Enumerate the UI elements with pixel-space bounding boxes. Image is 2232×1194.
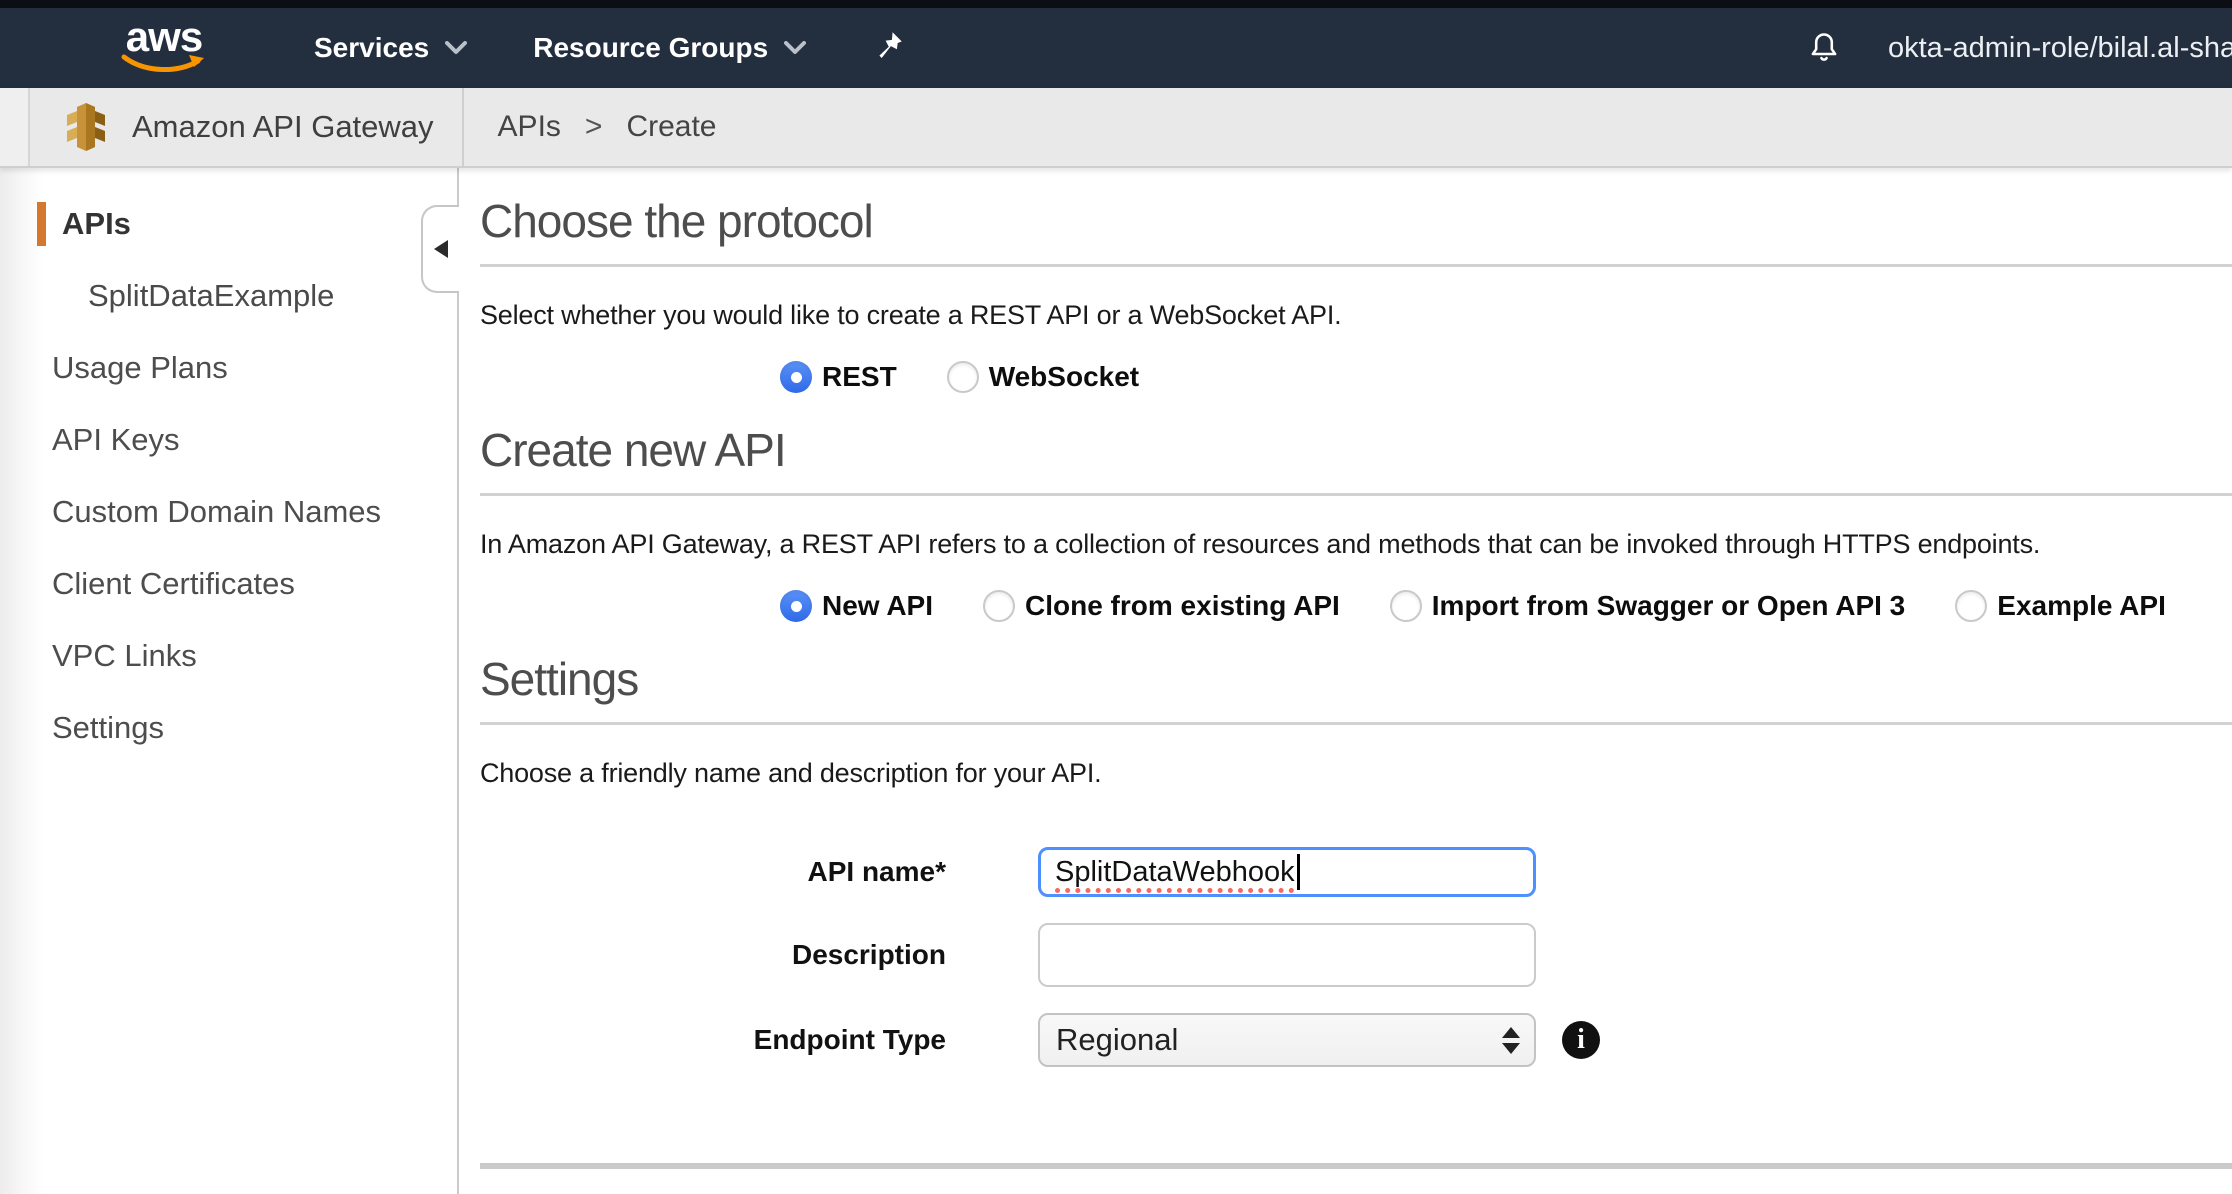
section-title-create-api: Create new API [480,425,2232,475]
radio-option-new-api[interactable]: New API [780,590,933,622]
bell-icon[interactable] [1806,29,1842,67]
select-stepper-icon [1502,1027,1520,1054]
description-label: Description [480,939,946,971]
nav-resource-groups-label: Resource Groups [533,32,768,64]
aws-console-window: aws Services Resource Groups [0,0,2232,1194]
breadcrumb-create: Create [626,110,716,144]
sidebar-item-label: Client Certificates [52,566,295,602]
section-title-protocol: Choose the protocol [480,196,2232,246]
radio-unselected-icon [983,590,1015,622]
section-divider [480,493,2232,496]
sidebar-collapse-button[interactable] [421,205,459,293]
info-icon[interactable]: i [1562,1021,1600,1059]
breadcrumb-separator: > [585,110,603,144]
radio-option-label: Clone from existing API [1025,590,1340,622]
sidebar-item-usage-plans[interactable]: Usage Plans [0,332,457,404]
section-divider [480,264,2232,267]
radio-option-label: WebSocket [989,361,1139,393]
radio-option-label: Example API [1997,590,2166,622]
sidebar-item-label: VPC Links [52,638,197,674]
radio-option-label: New API [822,590,933,622]
chevron-down-icon [784,41,806,55]
form-row-endpoint-type: Endpoint Type Regional i [480,1013,2232,1067]
radio-unselected-icon [947,361,979,393]
sidebar-item-vpc-links[interactable]: VPC Links [0,620,457,692]
footer-divider [480,1163,2232,1169]
radio-option-import-swagger[interactable]: Import from Swagger or Open API 3 [1390,590,1905,622]
radio-option-websocket[interactable]: WebSocket [947,361,1139,393]
sidebar-item-label: Settings [52,710,164,746]
breadcrumb: APIs > Create [498,110,717,144]
sidebar-item-custom-domain-names[interactable]: Custom Domain Names [0,476,457,548]
sidebar: APIs SplitDataExample Usage Plans API Ke… [0,168,459,1194]
nav-resource-groups-menu[interactable]: Resource Groups [533,32,806,64]
chevron-left-icon [434,240,448,258]
radio-option-example-api[interactable]: Example API [1955,590,2166,622]
settings-description: Choose a friendly name and description f… [480,755,2232,791]
nav-services-label: Services [314,32,429,64]
create-api-radio-group: New API Clone from existing API Import f… [780,586,2232,626]
radio-unselected-icon [1955,590,1987,622]
protocol-description: Select whether you would like to create … [480,297,2232,333]
aws-logo[interactable]: aws [118,20,210,76]
radio-selected-icon [780,361,812,393]
aws-smile-icon [121,54,207,76]
create-api-description: In Amazon API Gateway, a REST API refers… [480,526,2232,562]
service-bar-divider [462,88,464,166]
settings-form: API name* SplitDataWebhook Description E… [480,847,2232,1067]
radio-unselected-icon [1390,590,1422,622]
sidebar-item-label: SplitDataExample [88,278,334,314]
breadcrumb-apis[interactable]: APIs [498,110,561,144]
radio-option-clone-api[interactable]: Clone from existing API [983,590,1340,622]
sidebar-item-label: APIs [62,206,131,242]
sidebar-nav-list: APIs SplitDataExample Usage Plans API Ke… [0,168,457,764]
sidebar-item-settings[interactable]: Settings [0,692,457,764]
nav-right-group: okta-admin-role/bilal.al-sha [1806,8,2232,88]
sidebar-item-label: Custom Domain Names [52,494,381,530]
api-name-value: SplitDataWebhook [1055,856,1295,889]
aws-logo-text: aws [126,20,202,54]
service-bar-edge [0,88,30,166]
pushpin-icon[interactable] [872,31,904,65]
text-cursor [1297,854,1300,890]
sidebar-item-label: Usage Plans [52,350,228,386]
browser-chrome-strip [0,0,2232,8]
sidebar-item-api-keys[interactable]: API Keys [0,404,457,476]
form-row-description: Description [480,923,2232,987]
radio-option-label: Import from Swagger or Open API 3 [1432,590,1905,622]
section-divider [480,722,2232,725]
radio-selected-icon [780,590,812,622]
sidebar-item-splitdataexample[interactable]: SplitDataExample [0,260,457,332]
chevron-down-icon [445,41,467,55]
protocol-radio-group: REST WebSocket [780,357,2232,397]
api-gateway-icon [62,101,110,153]
service-header-bar: Amazon API Gateway APIs > Create [0,88,2232,168]
sidebar-item-client-certificates[interactable]: Client Certificates [0,548,457,620]
api-name-label: API name* [480,856,946,888]
description-input[interactable] [1038,923,1536,987]
endpoint-type-label: Endpoint Type [480,1024,946,1056]
endpoint-type-select[interactable]: Regional [1038,1013,1536,1067]
api-name-input[interactable]: SplitDataWebhook [1038,847,1536,897]
main-content: Choose the protocol Select whether you w… [480,168,2232,1169]
endpoint-type-value: Regional [1056,1022,1178,1058]
nav-services-menu[interactable]: Services [314,32,467,64]
top-nav-bar: aws Services Resource Groups [0,8,2232,88]
section-title-settings: Settings [480,654,2232,704]
radio-option-rest[interactable]: REST [780,361,897,393]
service-name: Amazon API Gateway [132,109,434,145]
form-row-api-name: API name* SplitDataWebhook [480,847,2232,897]
sidebar-item-label: API Keys [52,422,180,458]
account-menu[interactable]: okta-admin-role/bilal.al-sha [1888,32,2232,65]
radio-option-label: REST [822,361,897,393]
service-home-link[interactable]: Amazon API Gateway [62,101,434,153]
sidebar-item-apis[interactable]: APIs [37,202,457,246]
